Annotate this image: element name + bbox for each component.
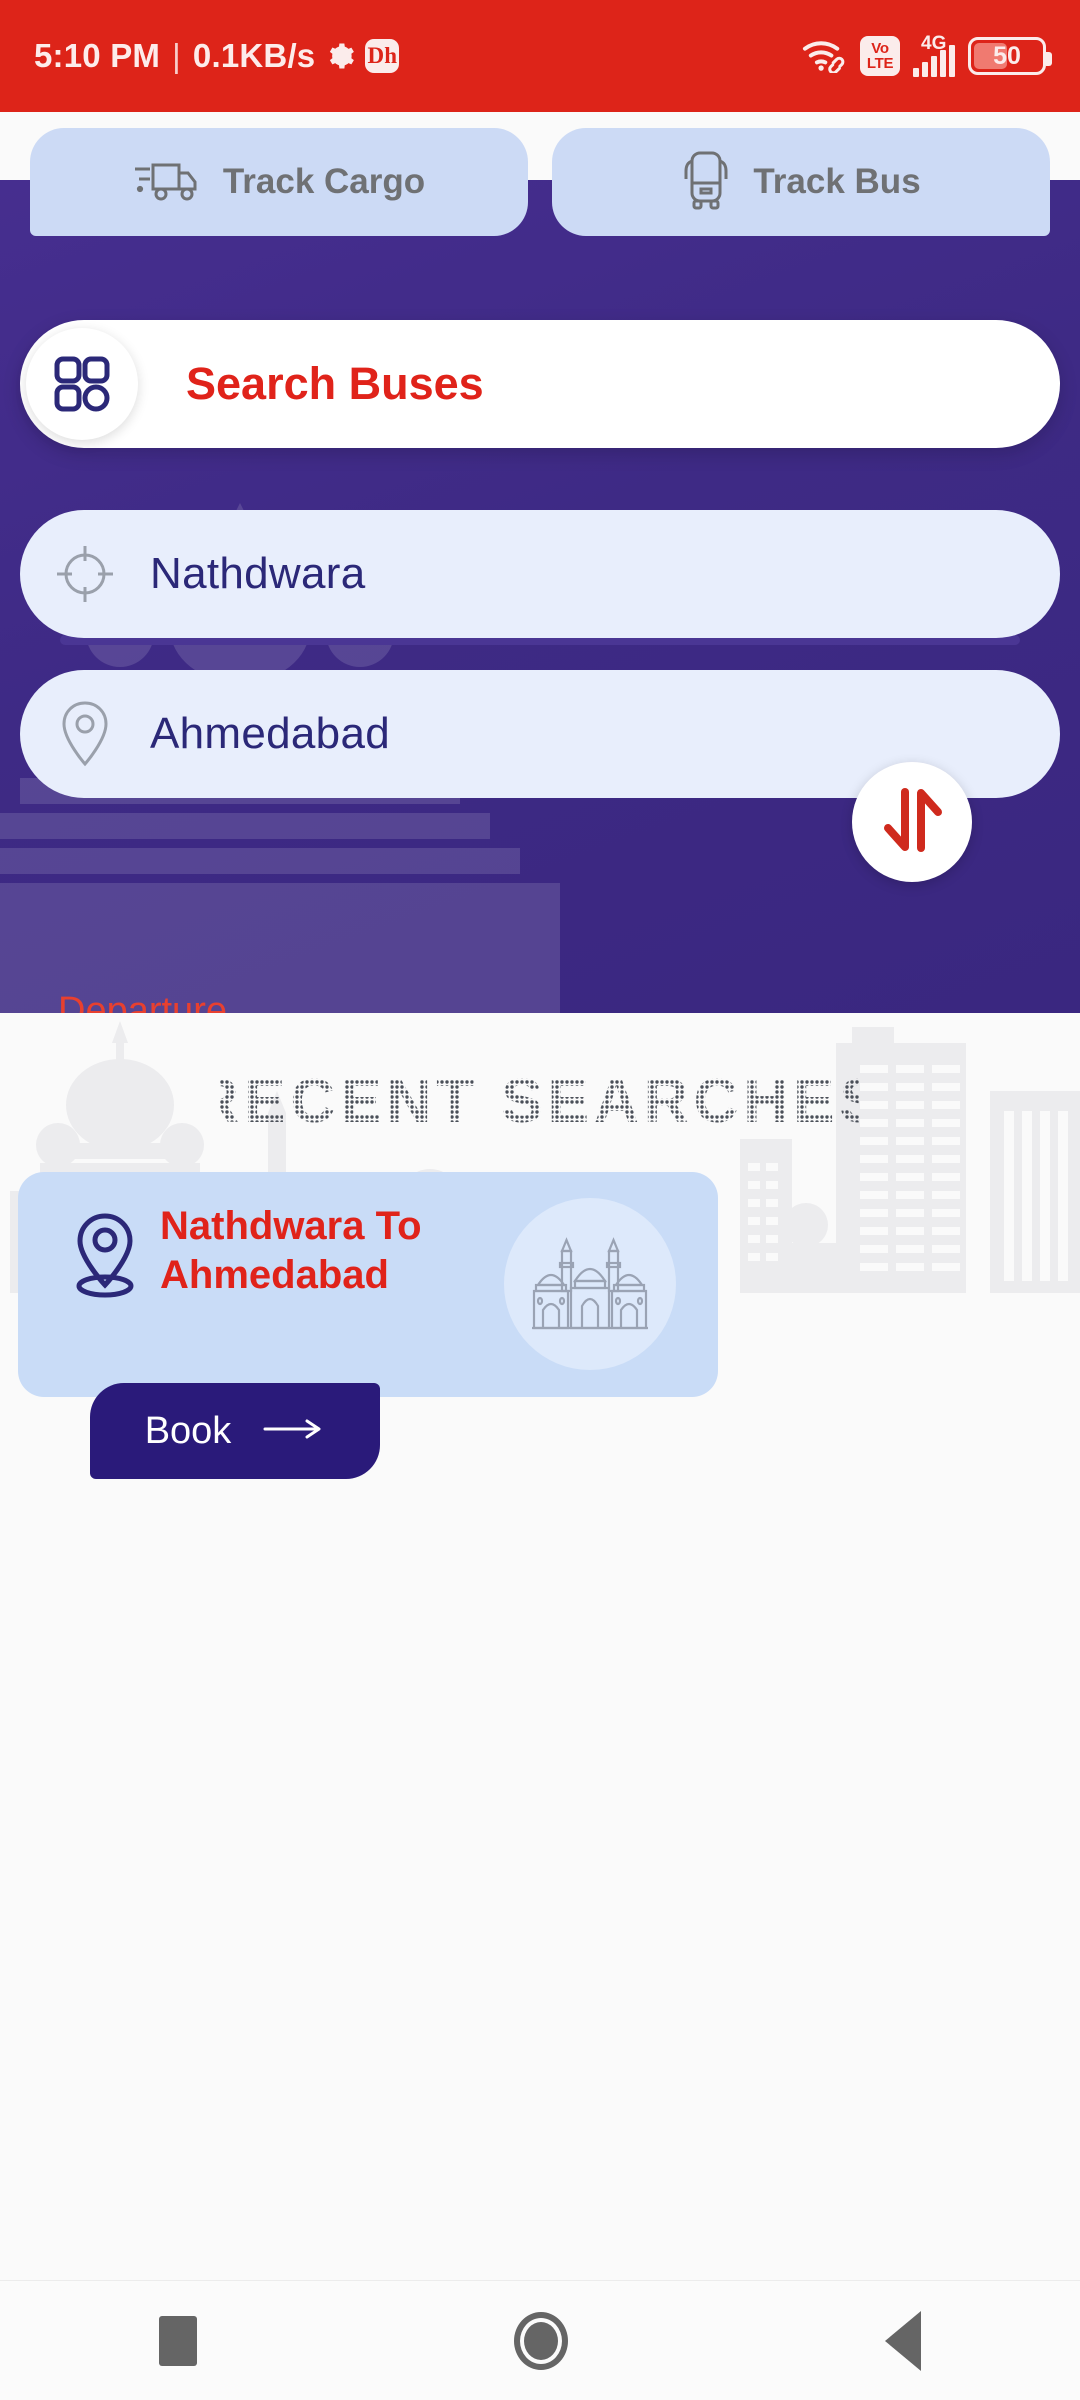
departure-label: Departure (58, 990, 227, 1013)
truck-icon (133, 155, 201, 210)
recent-search-route: Nathdwara To Ahmedabad (160, 1202, 490, 1300)
tab-label: Track Cargo (222, 162, 426, 201)
recent-searches-heading: RECENT SEARCHES (0, 1060, 1080, 1146)
status-time: 5:10 PM (34, 37, 161, 74)
status-data-rate: 0.1KB/s (192, 37, 316, 74)
volte-icon: Vo LTE (860, 36, 900, 76)
crosshair-target-icon (20, 541, 150, 607)
swap-vertical-arrows-icon (880, 784, 944, 861)
recent-searches-dotted-text: RECENT SEARCHES (220, 1067, 860, 1136)
recent-search-card[interactable]: Nathdwara To Ahmedabad (18, 1172, 718, 1397)
route-line-1: Nathdwara To (160, 1204, 422, 1248)
location-pin-icon (20, 699, 150, 769)
wifi-icon (799, 35, 847, 78)
from-city-value: Nathdwara (150, 549, 366, 598)
arrow-right-icon (263, 1418, 325, 1445)
hero-section: Search Buses Nathdwara Ahmedabad Departu… (0, 180, 1080, 1013)
app-notification-badge: Dh (365, 39, 400, 73)
from-city-field[interactable]: Nathdwara (20, 510, 1060, 638)
book-button[interactable]: Book (90, 1383, 380, 1479)
back-triangle-icon[interactable] (885, 2310, 922, 2371)
battery-icon: 50 (968, 37, 1052, 75)
mosque-monument-icon (504, 1198, 676, 1370)
swap-cities-button[interactable] (852, 762, 972, 882)
app-screen: 5:10 PM | 0.1KB/s Dh Vo LTE 4G 50 Search… (0, 0, 1080, 2400)
recents-square-icon[interactable] (158, 2315, 197, 2366)
home-circle-icon[interactable] (513, 2311, 568, 2370)
tab-track-bus[interactable]: Track Bus (552, 128, 1050, 236)
grid-apps-icon (26, 328, 138, 440)
volte-bottom-text: LTE (866, 55, 894, 72)
status-bar-right: Vo LTE 4G 50 (799, 33, 1052, 78)
departure-date-block[interactable]: Departure 10 October 2020 Saturday (58, 990, 407, 1013)
to-city-value: Ahmedabad (150, 709, 390, 758)
status-bar-left: 5:10 PM | 0.1KB/s Dh (34, 37, 400, 75)
android-navigation-bar (0, 2280, 1080, 2400)
gear-icon (325, 41, 355, 71)
page-title: Search Buses (186, 358, 484, 409)
tab-label: Track Bus (753, 162, 921, 201)
tab-track-cargo[interactable]: Track Cargo (30, 128, 528, 236)
volte-top-text: Vo (871, 40, 889, 57)
bus-icon (681, 149, 731, 216)
location-pin-icon (70, 1210, 140, 1305)
network-type-label: 4G (921, 33, 947, 54)
status-separator: | (172, 37, 181, 74)
top-tabs: Track Cargo Track Bus (0, 128, 1080, 236)
route-line-2: Ahmedabad (160, 1252, 389, 1297)
status-bar: 5:10 PM | 0.1KB/s Dh Vo LTE 4G 50 (0, 0, 1080, 112)
battery-percent-label: 50 (993, 41, 1021, 70)
signal-bars-icon: 4G (913, 33, 955, 77)
heading-text: RECENT SEARCHES (220, 1067, 860, 1136)
search-buses-header[interactable]: Search Buses (20, 320, 1060, 448)
book-button-label: Book (144, 1409, 232, 1452)
